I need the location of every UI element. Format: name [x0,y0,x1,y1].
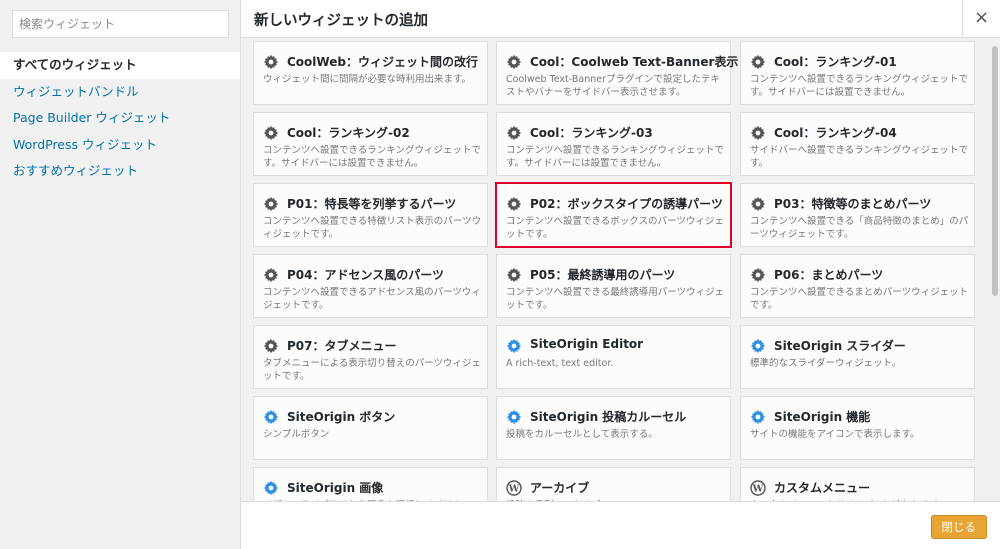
gear-icon [750,409,766,425]
widget-card[interactable]: P02：ボックスタイプの誘導パーツコンテンツへ設置できるボックスのパーツウィジェ… [495,182,732,248]
widget-list-area: CoolWeb：ウィジェット間の改行ウィジェット間に間隔が必要な時利用出来ます。… [241,38,1000,501]
widget-title: SiteOrigin 画像 [287,481,384,495]
widget-card[interactable]: SiteOrigin スライダー標準的なスライダーウィジェット。 [740,325,975,389]
widget-title: P05：最終誘導用のパーツ [530,268,676,282]
widget-title: Cool：ランキング-02 [287,126,410,140]
gear-icon [750,125,766,141]
gear-icon [263,54,279,70]
widget-title: P03：特徴等のまとめパーツ [774,197,932,211]
widget-description: 標準的なスライダーウィジェット。 [750,358,902,369]
widget-title: SiteOrigin 投稿カルーセル [530,410,687,424]
gear-icon [750,267,766,283]
widget-title: SiteOrigin 機能 [774,410,871,424]
widget-title: SiteOrigin スライダー [774,339,906,353]
widget-title: Cool：ランキング-01 [774,55,897,69]
gear-icon [263,267,279,283]
widget-category-nav: すべてのウィジェット ウィジェットバンドル Page Builder ウィジェッ… [0,52,240,185]
widget-description: コンテンツへ設置できる最終誘導用パーツウィジェットです。 [506,287,725,311]
gear-icon [263,125,279,141]
gear-icon [506,54,522,70]
gear-icon [750,54,766,70]
gear-icon [506,409,522,425]
widget-card[interactable]: P07：タブメニュータブメニューによる表示切り替えのパーツウィジェットです。 [253,325,488,389]
widget-description: コンテンツへ設置できるランキングウィジェットです。サイドバーには設置できません。 [750,74,969,98]
scrollbar-thumb[interactable] [992,46,998,296]
widget-description: コンテンツへ設置できるランキングウィジェットです。サイドバーには設置できません。 [263,145,482,169]
widget-title: カスタムメニュー [774,481,871,495]
widget-title: CoolWeb：ウィジェット間の改行 [287,55,478,69]
wordpress-icon: W [750,480,766,496]
nav-item-widget-bundle[interactable]: ウィジェットバンドル [0,79,240,106]
widget-title: Cool：Coolweb Text-Banner表示 [530,55,739,69]
widget-description: コンテンツへ設置できるランキングウィジェットです。サイドバーには設置できません。 [506,145,725,169]
svg-text:W: W [752,484,764,495]
widget-card[interactable]: Cool：ランキング-01 コンテンツへ設置できるランキングウィジェットです。サイ… [740,41,975,105]
widget-title: SiteOrigin ボタン [287,410,396,424]
widget-card[interactable]: P06：まとめパーツコンテンツへ設置できるまとめパーツウィジェットです。 [740,254,975,318]
gear-icon [263,196,279,212]
widget-description: コンテンツへ設置できる「商品特徴のまとめ」のパーツウィジェットです。 [750,216,969,240]
svg-text:W: W [508,484,520,495]
widget-description: ウィジェット間に間隔が必要な時利用出来ます。 [263,74,472,85]
scrollbar[interactable] [990,38,1000,501]
dialog-title: 新しいウィジェットの追加 [254,13,428,29]
widget-title: Cool：ランキング-04 [774,126,897,140]
nav-item-page-builder-widgets[interactable]: Page Builder ウィジェット [0,105,240,132]
widget-card[interactable]: Cool：ランキング-04 サイドバーへ設置できるランキングウィジェットです。 [740,112,975,176]
widget-title: P06：まとめパーツ [774,268,884,282]
widget-title: P01：特長等を列挙するパーツ [287,197,457,211]
gear-icon [506,125,522,141]
widget-title: P04：アドセンス風のパーツ [287,268,445,282]
gear-icon [263,338,279,354]
widget-card[interactable]: P05：最終誘導用のパーツコンテンツへ設置できる最終誘導用パーツウィジェットです… [496,254,731,318]
widget-title: アーカイブ [530,481,590,495]
dialog-footer: 閉じる [241,501,1000,549]
widget-card[interactable]: Wアーカイブ投稿の月別アーカイブ。 [496,467,731,501]
widget-card[interactable]: Wカスタムメニューカスタムメニューをサイドバーに追加します。 [740,467,975,501]
widget-card[interactable]: P01：特長等を列挙するパーツコンテンツへ設置できる特徴リスト表示のパーツウィジ… [253,183,488,247]
widget-card[interactable]: CoolWeb：ウィジェット間の改行ウィジェット間に間隔が必要な時利用出来ます。 [253,41,488,105]
nav-item-wordpress-widgets[interactable]: WordPress ウィジェット [0,132,240,159]
widget-card[interactable]: Cool：Coolweb Text-Banner表示 Coolweb Text-B… [496,41,738,105]
widget-description: Coolweb Text-Bannerプラグインで設定したテキストやバナーをサイ… [506,74,720,98]
nav-item-recommended-widgets[interactable]: おすすめウィジェット [0,158,240,185]
widget-card[interactable]: Cool：ランキング-02 コンテンツへ設置できるランキングウィジェットです。サイ… [253,112,488,176]
nav-item-all-widgets[interactable]: すべてのウィジェット [0,52,240,79]
widget-card[interactable]: SiteOrigin 投稿カルーセル投稿をカルーセルとして表示する。 [496,396,731,460]
gear-icon [506,267,522,283]
widget-description: コンテンツへ設置できるアドセンス風のパーツウィジェットです。 [263,287,481,311]
widget-title: P02：ボックスタイプの誘導パーツ [530,197,723,211]
close-icon[interactable]: × [962,0,1000,38]
wordpress-icon: W [506,480,522,496]
widget-card[interactable]: SiteOrigin 機能サイトの機能をアイコンで表示します。 [740,396,975,460]
gear-icon [750,196,766,212]
widget-card[interactable]: P04：アドセンス風のパーツコンテンツへ設置できるアドセンス風のパーツウィジェッ… [253,254,488,318]
widget-card[interactable]: SiteOrigin ボタンシンプルボタン [253,396,488,460]
gear-icon [506,338,522,354]
widget-card[interactable]: SiteOrigin Editor A rich-text, text edito… [496,325,731,389]
gear-icon [263,409,279,425]
widget-card[interactable]: SiteOrigin 画像メディアライブラリから画像を選択して（ださい [253,467,488,501]
widget-description: A rich-text, text editor. [506,358,614,369]
widget-title: Cool：ランキング-03 [530,126,653,140]
dialog-header: 新しいウィジェットの追加 × [241,0,1000,38]
widget-description: サイトの機能をアイコンで表示します。 [750,429,920,440]
widget-description: コンテンツへ設置できるまとめパーツウィジェットです。 [750,287,969,311]
widget-description: コンテンツへ設置できるボックスのパーツウィジェットです。 [506,216,724,240]
gear-icon [506,196,522,212]
widget-card[interactable]: Cool：ランキング-03 コンテンツへ設置できるランキングウィジェットです。サイ… [496,112,731,176]
search-widgets-input[interactable] [12,10,229,38]
widget-description: コンテンツへ設置できる特徴リスト表示のパーツウィジェットです。 [263,216,482,240]
widget-description: タブメニューによる表示切り替えのパーツウィジェットです。 [263,358,482,382]
widget-sidebar: すべてのウィジェット ウィジェットバンドル Page Builder ウィジェッ… [0,0,241,549]
widget-title: SiteOrigin Editor [530,337,644,351]
widget-description: 投稿をカルーセルとして表示する。 [506,429,658,440]
gear-icon [263,480,279,496]
widget-title: P07：タブメニュー [287,339,397,353]
widget-description: サイドバーへ設置できるランキングウィジェットです。 [750,145,969,169]
close-button[interactable]: 閉じる [930,515,987,539]
widget-card[interactable]: P03：特徴等のまとめパーツコンテンツへ設置できる「商品特徴のまとめ」のパーツウ… [740,183,975,247]
gear-icon [750,338,766,354]
widget-description: シンプルボタン [263,429,330,440]
